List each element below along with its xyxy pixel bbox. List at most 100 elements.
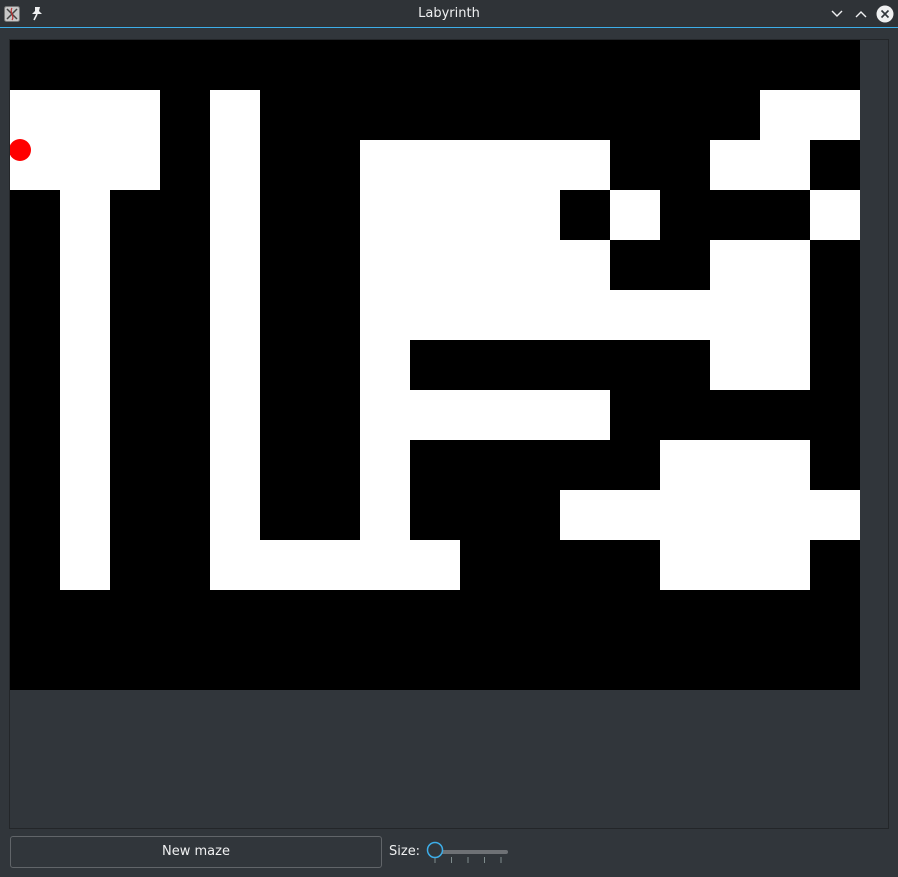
maze-wall-cell: [460, 590, 510, 640]
maze-path-cell: [210, 390, 260, 440]
maze-path-cell: [460, 140, 510, 190]
maze-path-cell: [760, 140, 810, 190]
maze-wall-cell: [510, 540, 560, 590]
maze-path-cell: [510, 190, 560, 240]
maximize-button[interactable]: [851, 4, 871, 24]
maze-wall-cell: [10, 490, 60, 540]
maze-canvas[interactable]: [10, 40, 860, 690]
maze-wall-cell: [160, 240, 210, 290]
maze-path-cell: [760, 540, 810, 590]
maze-path-cell: [510, 240, 560, 290]
maze-wall-cell: [410, 90, 460, 140]
maze-wall-cell: [160, 190, 210, 240]
maze-wall-cell: [110, 190, 160, 240]
maze-path-cell: [510, 140, 560, 190]
maze-wall-cell: [310, 40, 360, 90]
maze-wall-cell: [110, 540, 160, 590]
maze-wall-cell: [810, 240, 860, 290]
maze-wall-cell: [760, 40, 810, 90]
size-slider[interactable]: [424, 840, 514, 866]
maze-wall-cell: [560, 640, 610, 690]
maze-path-cell: [410, 540, 460, 590]
maze-path-cell: [360, 340, 410, 390]
maze-wall-cell: [510, 40, 560, 90]
maze-wall-cell: [810, 440, 860, 490]
maze-path-cell: [410, 240, 460, 290]
maze-wall-cell: [260, 40, 310, 90]
maze-wall-cell: [210, 40, 260, 90]
maze-wall-cell: [10, 640, 60, 690]
maze-wall-cell: [310, 340, 360, 390]
chevron-up-icon: [855, 11, 867, 18]
slider-track[interactable]: [434, 850, 508, 854]
maze-path-cell: [710, 440, 760, 490]
slider-handle[interactable]: [426, 841, 444, 859]
maze-path-cell: [760, 240, 810, 290]
maze-wall-cell: [310, 240, 360, 290]
maze-path-cell: [110, 90, 160, 140]
maze-wall-cell: [560, 40, 610, 90]
app-icon[interactable]: [4, 6, 20, 22]
slider-ticks: [434, 857, 502, 863]
maze-path-cell: [210, 240, 260, 290]
maze-wall-cell: [760, 640, 810, 690]
maze-wall-cell: [260, 440, 310, 490]
maze-path-cell: [10, 90, 60, 140]
maze-wall-cell: [360, 40, 410, 90]
maze-path-cell: [110, 140, 160, 190]
maze-path-cell: [560, 490, 610, 540]
maze-wall-cell: [160, 140, 210, 190]
close-button[interactable]: [875, 4, 895, 24]
maze-wall-cell: [510, 490, 560, 540]
maze-wall-cell: [160, 490, 210, 540]
maze-wall-cell: [110, 240, 160, 290]
maze-wall-cell: [660, 590, 710, 640]
maze-path-cell: [810, 190, 860, 240]
maze-wall-cell: [810, 40, 860, 90]
maze-wall-cell: [110, 440, 160, 490]
maze-wall-cell: [110, 290, 160, 340]
maze-path-cell: [410, 390, 460, 440]
pin-icon[interactable]: [30, 6, 44, 22]
maze-path-cell: [410, 140, 460, 190]
maze-wall-cell: [410, 490, 460, 540]
maze-path-cell: [60, 190, 110, 240]
maze-wall-cell: [160, 290, 210, 340]
maze-wall-cell: [260, 290, 310, 340]
maze-wall-cell: [10, 340, 60, 390]
maze-path-cell: [360, 440, 410, 490]
maze-path-cell: [410, 190, 460, 240]
maze-path-cell: [710, 340, 760, 390]
maze-path-cell: [310, 540, 360, 590]
maze-wall-cell: [560, 90, 610, 140]
minimize-button[interactable]: [827, 4, 847, 24]
maze-wall-cell: [10, 240, 60, 290]
maze-wall-cell: [310, 190, 360, 240]
maze-wall-cell: [10, 440, 60, 490]
maze-wall-cell: [10, 290, 60, 340]
maze-wall-cell: [160, 340, 210, 390]
maze-wall-cell: [260, 140, 310, 190]
maze-path-cell: [360, 140, 410, 190]
maze-path-cell: [260, 540, 310, 590]
maze-wall-cell: [610, 90, 660, 140]
maze-wall-cell: [610, 390, 660, 440]
maze-wall-cell: [510, 590, 560, 640]
maze-wall-cell: [460, 90, 510, 140]
maze-path-cell: [210, 440, 260, 490]
title-bar[interactable]: Labyrinth: [0, 0, 898, 28]
maze-wall-cell: [110, 590, 160, 640]
chevron-down-icon: [831, 10, 843, 17]
maze-wall-cell: [510, 640, 560, 690]
maze-wall-cell: [660, 140, 710, 190]
maze-path-cell: [60, 140, 110, 190]
maze-path-cell: [610, 290, 660, 340]
maze-wall-cell: [160, 640, 210, 690]
maze-canvas-area[interactable]: [9, 39, 889, 829]
maze-path-cell: [560, 140, 610, 190]
size-label: Size:: [389, 844, 421, 859]
maze-wall-cell: [710, 190, 760, 240]
new-maze-button[interactable]: New maze: [10, 836, 382, 868]
maze-wall-cell: [160, 590, 210, 640]
maze-wall-cell: [760, 590, 810, 640]
